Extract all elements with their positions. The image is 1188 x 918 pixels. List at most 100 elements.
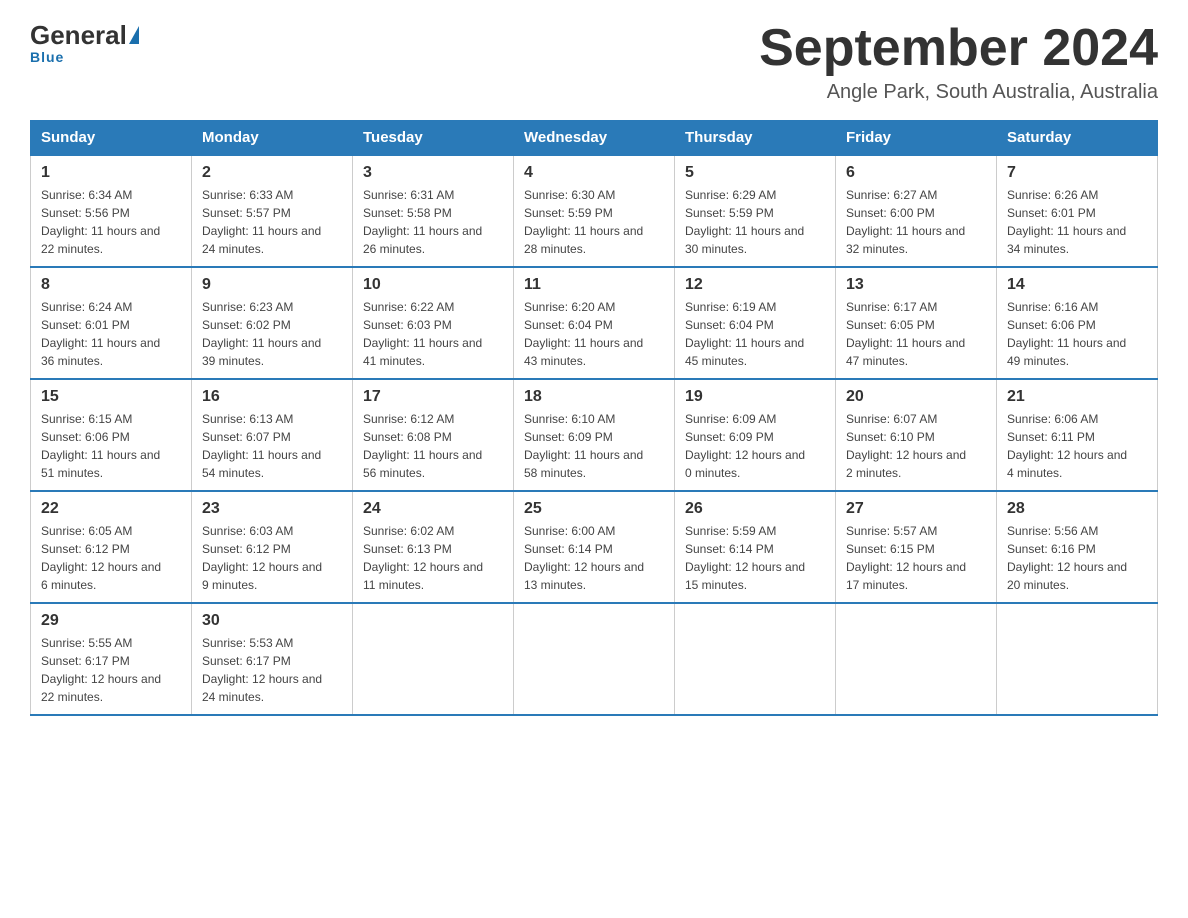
calendar-header-tuesday: Tuesday	[353, 121, 514, 156]
calendar-header-wednesday: Wednesday	[514, 121, 675, 156]
subtitle: Angle Park, South Australia, Australia	[759, 81, 1158, 104]
calendar-day-cell: 1 Sunrise: 6:34 AMSunset: 5:56 PMDaylight…	[31, 155, 192, 267]
calendar-day-cell: 3 Sunrise: 6:31 AMSunset: 5:58 PMDaylight…	[353, 155, 514, 267]
calendar-header-thursday: Thursday	[675, 121, 836, 156]
calendar-day-cell	[675, 603, 836, 715]
day-number: 20	[846, 388, 986, 406]
calendar-day-cell	[836, 603, 997, 715]
day-number: 26	[685, 500, 825, 518]
logo-blue-text: Blue	[30, 49, 64, 65]
day-number: 8	[41, 276, 181, 294]
calendar-week-row: 8 Sunrise: 6:24 AMSunset: 6:01 PMDaylight…	[31, 267, 1158, 379]
header: General Blue September 2024 Angle Park, …	[30, 20, 1158, 104]
day-number: 14	[1007, 276, 1147, 294]
day-number: 1	[41, 164, 181, 182]
calendar-day-cell: 2Sunrise: 6:33 AMSunset: 5:57 PMDaylight…	[192, 155, 353, 267]
day-info: Sunrise: 5:55 AMSunset: 6:17 PMDaylight:…	[41, 634, 181, 706]
day-number: 22	[41, 500, 181, 518]
calendar-header-row: SundayMondayTuesdayWednesdayThursdayFrid…	[31, 121, 1158, 156]
day-info: Sunrise: 6:13 AMSunset: 6:07 PMDaylight:…	[202, 410, 342, 482]
day-info: Sunrise: 6:17 AMSunset: 6:05 PMDaylight:…	[846, 298, 986, 370]
day-info: Sunrise: 6:27 AMSunset: 6:00 PMDaylight:…	[846, 186, 986, 258]
calendar-day-cell: 4Sunrise: 6:30 AMSunset: 5:59 PMDaylight…	[514, 155, 675, 267]
calendar-day-cell: 30 Sunrise: 5:53 AMSunset: 6:17 PMDayligh…	[192, 603, 353, 715]
day-info: Sunrise: 5:59 AMSunset: 6:14 PMDaylight:…	[685, 522, 825, 594]
day-info: Sunrise: 6:07 AMSunset: 6:10 PMDaylight:…	[846, 410, 986, 482]
calendar-day-cell: 13 Sunrise: 6:17 AMSunset: 6:05 PMDayligh…	[836, 267, 997, 379]
day-number: 18	[524, 388, 664, 406]
calendar-day-cell: 23 Sunrise: 6:03 AMSunset: 6:12 PMDayligh…	[192, 491, 353, 603]
day-info: Sunrise: 6:34 AMSunset: 5:56 PMDaylight:…	[41, 186, 181, 258]
calendar-day-cell: 24 Sunrise: 6:02 AMSunset: 6:13 PMDayligh…	[353, 491, 514, 603]
day-info: Sunrise: 6:16 AMSunset: 6:06 PMDaylight:…	[1007, 298, 1147, 370]
day-info: Sunrise: 6:06 AMSunset: 6:11 PMDaylight:…	[1007, 410, 1147, 482]
day-info: Sunrise: 6:31 AMSunset: 5:58 PMDaylight:…	[363, 186, 503, 258]
day-number: 4	[524, 164, 664, 182]
day-number: 24	[363, 500, 503, 518]
calendar-day-cell: 18 Sunrise: 6:10 AMSunset: 6:09 PMDayligh…	[514, 379, 675, 491]
day-info: Sunrise: 6:24 AMSunset: 6:01 PMDaylight:…	[41, 298, 181, 370]
calendar-header-monday: Monday	[192, 121, 353, 156]
calendar-day-cell	[514, 603, 675, 715]
day-info: Sunrise: 6:23 AMSunset: 6:02 PMDaylight:…	[202, 298, 342, 370]
day-number: 7	[1007, 164, 1147, 182]
day-info: Sunrise: 6:15 AMSunset: 6:06 PMDaylight:…	[41, 410, 181, 482]
day-info: Sunrise: 6:19 AMSunset: 6:04 PMDaylight:…	[685, 298, 825, 370]
calendar-week-row: 15 Sunrise: 6:15 AMSunset: 6:06 PMDayligh…	[31, 379, 1158, 491]
day-info: Sunrise: 6:12 AMSunset: 6:08 PMDaylight:…	[363, 410, 503, 482]
calendar-day-cell: 19Sunrise: 6:09 AMSunset: 6:09 PMDayligh…	[675, 379, 836, 491]
calendar-day-cell	[997, 603, 1158, 715]
day-info: Sunrise: 6:10 AMSunset: 6:09 PMDaylight:…	[524, 410, 664, 482]
calendar-day-cell: 8 Sunrise: 6:24 AMSunset: 6:01 PMDaylight…	[31, 267, 192, 379]
day-info: Sunrise: 6:20 AMSunset: 6:04 PMDaylight:…	[524, 298, 664, 370]
calendar-table: SundayMondayTuesdayWednesdayThursdayFrid…	[30, 120, 1158, 716]
day-number: 15	[41, 388, 181, 406]
main-title: September 2024	[759, 20, 1158, 77]
day-info: Sunrise: 5:57 AMSunset: 6:15 PMDaylight:…	[846, 522, 986, 594]
calendar-day-cell: 12Sunrise: 6:19 AMSunset: 6:04 PMDayligh…	[675, 267, 836, 379]
day-number: 29	[41, 612, 181, 630]
title-area: September 2024 Angle Park, South Austral…	[759, 20, 1158, 104]
day-number: 6	[846, 164, 986, 182]
day-number: 10	[363, 276, 503, 294]
calendar-day-cell: 25 Sunrise: 6:00 AMSunset: 6:14 PMDayligh…	[514, 491, 675, 603]
day-info: Sunrise: 6:03 AMSunset: 6:12 PMDaylight:…	[202, 522, 342, 594]
calendar-day-cell: 21 Sunrise: 6:06 AMSunset: 6:11 PMDayligh…	[997, 379, 1158, 491]
calendar-day-cell: 10 Sunrise: 6:22 AMSunset: 6:03 PMDayligh…	[353, 267, 514, 379]
calendar-header-sunday: Sunday	[31, 121, 192, 156]
day-number: 21	[1007, 388, 1147, 406]
calendar-day-cell: 6 Sunrise: 6:27 AMSunset: 6:00 PMDaylight…	[836, 155, 997, 267]
day-number: 17	[363, 388, 503, 406]
day-info: Sunrise: 5:53 AMSunset: 6:17 PMDaylight:…	[202, 634, 342, 706]
calendar-day-cell	[353, 603, 514, 715]
day-number: 11	[524, 276, 664, 294]
logo-triangle-icon	[129, 26, 139, 44]
day-number: 5	[685, 164, 825, 182]
calendar-day-cell: 27 Sunrise: 5:57 AMSunset: 6:15 PMDayligh…	[836, 491, 997, 603]
day-number: 23	[202, 500, 342, 518]
calendar-day-cell: 5 Sunrise: 6:29 AMSunset: 5:59 PMDaylight…	[675, 155, 836, 267]
day-number: 16	[202, 388, 342, 406]
day-number: 27	[846, 500, 986, 518]
day-number: 3	[363, 164, 503, 182]
calendar-day-cell: 14 Sunrise: 6:16 AMSunset: 6:06 PMDayligh…	[997, 267, 1158, 379]
calendar-day-cell: 26 Sunrise: 5:59 AMSunset: 6:14 PMDayligh…	[675, 491, 836, 603]
logo-general-text: General	[30, 20, 127, 51]
calendar-day-cell: 29 Sunrise: 5:55 AMSunset: 6:17 PMDayligh…	[31, 603, 192, 715]
day-info: Sunrise: 6:29 AMSunset: 5:59 PMDaylight:…	[685, 186, 825, 258]
calendar-day-cell: 11 Sunrise: 6:20 AMSunset: 6:04 PMDayligh…	[514, 267, 675, 379]
day-info: Sunrise: 6:22 AMSunset: 6:03 PMDaylight:…	[363, 298, 503, 370]
day-number: 25	[524, 500, 664, 518]
day-number: 9	[202, 276, 342, 294]
calendar-header-friday: Friday	[836, 121, 997, 156]
day-number: 30	[202, 612, 342, 630]
day-number: 28	[1007, 500, 1147, 518]
calendar-day-cell: 20 Sunrise: 6:07 AMSunset: 6:10 PMDayligh…	[836, 379, 997, 491]
day-info: Sunrise: 6:00 AMSunset: 6:14 PMDaylight:…	[524, 522, 664, 594]
day-number: 13	[846, 276, 986, 294]
day-number: 19	[685, 388, 825, 406]
calendar-week-row: 1 Sunrise: 6:34 AMSunset: 5:56 PMDaylight…	[31, 155, 1158, 267]
day-info: Sunrise: 6:26 AMSunset: 6:01 PMDaylight:…	[1007, 186, 1147, 258]
day-info: Sunrise: 6:02 AMSunset: 6:13 PMDaylight:…	[363, 522, 503, 594]
day-number: 2	[202, 164, 342, 182]
